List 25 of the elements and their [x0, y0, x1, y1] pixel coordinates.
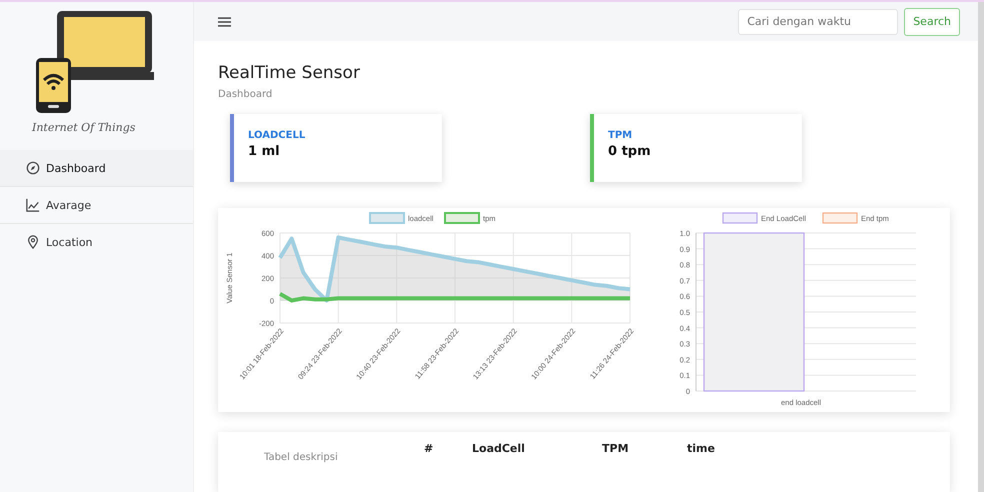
nav-item[interactable]: Dashboard	[0, 150, 193, 187]
column-header: LoadCell	[472, 442, 526, 457]
legend-swatch	[444, 212, 480, 224]
stat-label: LOADCELL	[248, 130, 306, 141]
stat-value: 1 ml	[248, 144, 281, 159]
location-pin-icon	[26, 235, 40, 249]
column-header: time	[687, 442, 715, 457]
line-chart-icon	[26, 198, 40, 212]
search-button[interactable]: Search	[904, 8, 960, 36]
search-field[interactable]: Cari dengan waktu	[738, 8, 898, 34]
compass-icon	[26, 161, 40, 175]
legend-swatch	[822, 212, 858, 224]
page-title: RealTime Sensor	[218, 63, 361, 83]
menu-icon[interactable]	[218, 16, 231, 26]
nav-item[interactable]: Avarage	[0, 187, 193, 224]
stat-value: 0 tpm	[608, 144, 652, 159]
breadcrumb: Dashboard	[218, 89, 274, 100]
legend-swatch	[722, 212, 758, 224]
legend-swatch	[369, 212, 405, 224]
stat-label: TPM	[608, 130, 634, 141]
table-caption: Tabel deskripsi	[263, 451, 339, 465]
column-header: #	[424, 442, 434, 457]
logo-caption: Internet Of Things	[32, 121, 136, 134]
nav-item[interactable]: Location	[0, 224, 193, 260]
column-header: TPM	[602, 442, 630, 457]
